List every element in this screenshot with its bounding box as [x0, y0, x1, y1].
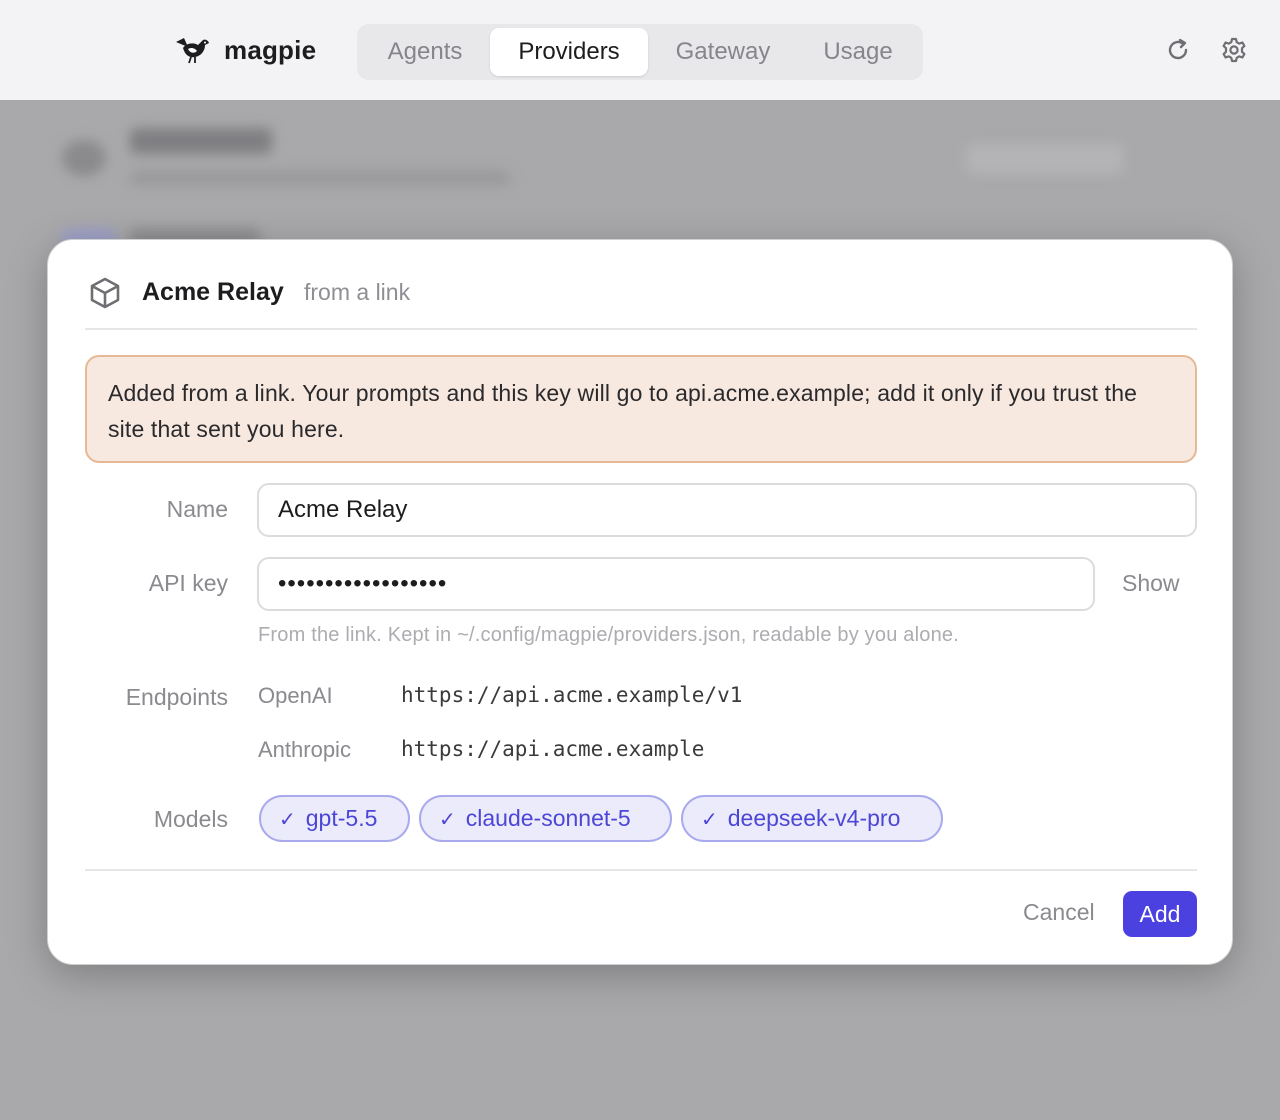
show-key-button[interactable]: Show	[1122, 570, 1180, 597]
endpoint-name-anthropic: Anthropic	[258, 737, 351, 762]
model-name: gpt-5.5	[305, 805, 378, 831]
endpoint-name-openai: OpenAI	[258, 683, 333, 708]
tab-gateway[interactable]: Gateway	[659, 28, 787, 76]
main-tabs: Agents Providers Gateway Usage	[357, 24, 923, 80]
magpie-logo-icon	[176, 38, 209, 64]
tab-agents[interactable]: Agents	[370, 28, 480, 76]
footer-divider	[85, 869, 1197, 871]
gear-icon[interactable]	[1220, 36, 1248, 64]
header-divider	[85, 328, 1197, 330]
api-key-field[interactable]: ••••••••••••••••••	[257, 557, 1095, 611]
background-avatar	[62, 140, 106, 176]
endpoint-url-openai: https://api.acme.example/v1	[401, 683, 743, 707]
name-field[interactable]: Acme Relay	[257, 483, 1197, 537]
check-icon: ✓	[279, 809, 296, 831]
tab-usage[interactable]: Usage	[798, 28, 918, 76]
cancel-button[interactable]: Cancel	[1023, 899, 1095, 926]
refresh-icon[interactable]	[1164, 36, 1192, 64]
brand: magpie	[174, 34, 316, 66]
model-name: deepseek-v4-pro	[727, 805, 901, 831]
trust-warning: Added from a link. Your prompts and this…	[85, 355, 1197, 463]
endpoints-label: Endpoints	[125, 684, 228, 710]
endpoint-url-anthropic: https://api.acme.example	[401, 737, 705, 761]
model-chip-claude[interactable]: ✓ claude-sonnet-5	[419, 795, 672, 842]
dialog-title: Acme Relay	[142, 278, 284, 306]
tab-providers[interactable]: Providers	[490, 28, 648, 76]
api-key-hint: From the link. Kept in ~/.config/magpie/…	[258, 624, 959, 646]
dialog-subtitle: from a link	[304, 279, 411, 305]
name-label: Name	[166, 496, 228, 522]
add-provider-dialog: Acme Relay from a link Added from a link…	[47, 239, 1233, 965]
background-subtitle	[130, 170, 510, 186]
background-title	[130, 128, 272, 154]
model-chip-deepseek[interactable]: ✓ deepseek-v4-pro	[681, 795, 943, 842]
app-name: magpie	[224, 34, 317, 65]
check-icon: ✓	[701, 809, 718, 831]
model-chip-gpt[interactable]: ✓ gpt-5.5	[259, 795, 410, 842]
model-name: claude-sonnet-5	[465, 805, 631, 831]
background-button	[966, 144, 1124, 174]
top-bar: magpie Agents Providers Gateway Usage	[0, 0, 1280, 100]
models-label: Models	[153, 806, 228, 832]
add-button[interactable]: Add	[1123, 891, 1197, 937]
package-icon	[90, 277, 120, 309]
check-icon: ✓	[439, 809, 456, 831]
api-key-label: API key	[148, 570, 228, 596]
